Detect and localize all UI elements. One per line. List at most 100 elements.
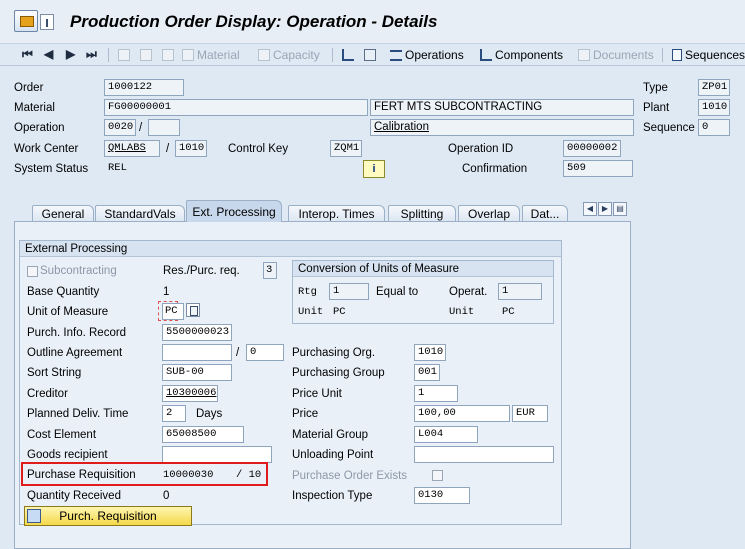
system-status-value: REL xyxy=(108,162,127,174)
conversion-unit2-label: Unit xyxy=(449,306,475,318)
material-group-label: Material Group xyxy=(292,429,369,441)
material-description: FERT MTS SUBCONTRACTING xyxy=(370,99,634,116)
application-toolbar: ⏮ ◀ ▶ ⏭ Material Capacity Operations Com… xyxy=(0,44,745,66)
goods-recipient-field[interactable] xyxy=(162,446,272,463)
material-group-field[interactable]: L004 xyxy=(414,426,478,443)
purchase-order-exists-checkbox[interactable] xyxy=(432,470,443,481)
confirmation-field[interactable]: 509 xyxy=(563,160,633,177)
work-center-field[interactable]: QMLABS xyxy=(104,140,160,157)
purchase-order-exists-label: Purchase Order Exists xyxy=(292,470,408,482)
operation-id-field[interactable]: 00000002 xyxy=(563,140,621,157)
unit-conversion-title: Conversion of Units of Measure xyxy=(293,261,553,277)
cost-element-label: Cost Element xyxy=(27,429,97,441)
unloading-point-field[interactable] xyxy=(414,446,554,463)
sap-menu-icon[interactable] xyxy=(14,10,38,32)
operation-field[interactable]: 0020 xyxy=(104,119,136,136)
tab-splitting[interactable]: Splitting xyxy=(388,205,456,222)
planned-delivery-time-label: Planned Deliv. Time xyxy=(27,408,129,420)
type-label: Type xyxy=(643,82,668,94)
conversion-rtg-field[interactable]: 1 xyxy=(329,283,369,300)
tab-overlap[interactable]: Overlap xyxy=(458,205,520,222)
operation-separator: / xyxy=(139,122,143,134)
tab-scroll-left-icon[interactable]: ◀ xyxy=(583,202,597,216)
tab-scroll-controls: ◀ ▶ ▤ xyxy=(583,202,628,218)
unit-of-measure-label: Unit of Measure xyxy=(27,306,109,318)
purchasing-org-field[interactable]: 1010 xyxy=(414,344,446,361)
page-title: Production Order Display: Operation - De… xyxy=(70,12,438,31)
subcontracting-label: Subcontracting xyxy=(40,265,117,277)
outline-agreement-field[interactable] xyxy=(162,344,232,361)
hierarchy-icon[interactable] xyxy=(342,44,357,66)
tab-dates[interactable]: Dat... xyxy=(522,205,568,222)
order-field[interactable]: 1000122 xyxy=(104,79,184,96)
work-center-plant-field[interactable]: 1010 xyxy=(175,140,207,157)
system-status-label: System Status xyxy=(14,163,89,175)
change-icon xyxy=(140,44,155,66)
material-field[interactable]: FG00000001 xyxy=(104,99,368,116)
order-label: Order xyxy=(14,82,44,94)
purch-info-record-field[interactable]: 5500000023 xyxy=(162,324,232,341)
cost-element-field[interactable]: 65008500 xyxy=(162,426,244,443)
tab-interop-times[interactable]: Interop. Times xyxy=(288,205,385,222)
conversion-equal-to-label: Equal to xyxy=(376,286,419,298)
operation-description[interactable]: Calibration xyxy=(370,119,634,136)
operations-button[interactable]: Operations xyxy=(390,44,464,66)
purch-requisition-button[interactable]: Purch. Requisition xyxy=(24,506,192,526)
tab-ext-processing[interactable]: Ext. Processing xyxy=(186,200,282,222)
requisition-icon xyxy=(27,509,41,523)
documents-button[interactable]: Documents xyxy=(578,44,654,66)
status-info-button[interactable]: i xyxy=(363,160,385,178)
purchasing-group-field[interactable]: 001 xyxy=(414,364,440,381)
tab-strip: General StandardVals Ext. Processing Int… xyxy=(18,200,632,222)
tab-general[interactable]: General xyxy=(32,205,94,222)
customize-layout-icon[interactable] xyxy=(40,14,54,30)
sort-string-field[interactable]: SUB-00 xyxy=(162,364,232,381)
next-record-icon[interactable]: ▶ xyxy=(66,47,75,61)
conversion-operat-field[interactable]: 1 xyxy=(498,283,542,300)
purchase-requisition-label: Purchase Requisition xyxy=(27,469,136,481)
tab-standard-values[interactable]: StandardVals xyxy=(95,205,185,222)
capacity-button[interactable]: Capacity xyxy=(258,44,320,66)
control-key-label: Control Key xyxy=(228,143,289,155)
sort-string-label: Sort String xyxy=(27,367,82,379)
tab-list-icon[interactable]: ▤ xyxy=(613,202,627,216)
last-record-icon[interactable]: ⏭ xyxy=(86,47,97,62)
sequences-button[interactable]: Sequences xyxy=(672,44,745,66)
material-button[interactable]: Material xyxy=(182,44,240,66)
flag-icon xyxy=(118,44,133,66)
display-icon xyxy=(162,44,177,66)
tab-scroll-right-icon[interactable]: ▶ xyxy=(598,202,612,216)
sub-operation-field[interactable] xyxy=(148,119,180,136)
previous-record-icon[interactable]: ◀ xyxy=(44,47,53,61)
price-currency-field[interactable]: EUR xyxy=(512,405,548,422)
components-icon xyxy=(480,49,492,61)
planned-delivery-time-field[interactable]: 2 xyxy=(162,405,186,422)
operations-icon xyxy=(390,50,402,61)
price-unit-field[interactable]: 1 xyxy=(414,385,458,402)
inspection-type-field[interactable]: 0130 xyxy=(414,487,470,504)
sequence-field[interactable]: 0 xyxy=(698,119,730,136)
plant-field[interactable]: 1010 xyxy=(698,99,730,116)
print-icon[interactable] xyxy=(364,44,379,66)
conversion-operat-label: Operat. xyxy=(449,286,488,298)
value-help-icon[interactable] xyxy=(186,303,200,317)
outline-agreement-item-field[interactable]: 0 xyxy=(246,344,284,361)
price-field[interactable]: 100,00 xyxy=(414,405,510,422)
components-button[interactable]: Components xyxy=(480,44,563,66)
control-key-field[interactable]: ZQM1 xyxy=(330,140,362,157)
purchase-requisition-item: / 10 xyxy=(236,469,262,481)
res-purc-req-field[interactable]: 3 xyxy=(263,262,277,279)
first-record-icon[interactable]: ⏮ xyxy=(22,47,33,62)
type-field[interactable]: ZP01 xyxy=(698,79,730,96)
material-label: Material xyxy=(14,102,55,114)
purchasing-group-label: Purchasing Group xyxy=(292,367,385,379)
conversion-unit2-value: PC xyxy=(502,306,515,318)
unit-of-measure-field[interactable]: PC xyxy=(162,303,184,320)
creditor-field[interactable]: 10300006 xyxy=(162,385,218,402)
conversion-rtg-label: Rtg xyxy=(298,286,317,298)
subcontracting-checkbox[interactable] xyxy=(27,266,38,277)
plant-label: Plant xyxy=(643,102,670,114)
operation-label: Operation xyxy=(14,122,65,134)
creditor-label: Creditor xyxy=(27,388,68,400)
price-label: Price xyxy=(292,408,319,420)
